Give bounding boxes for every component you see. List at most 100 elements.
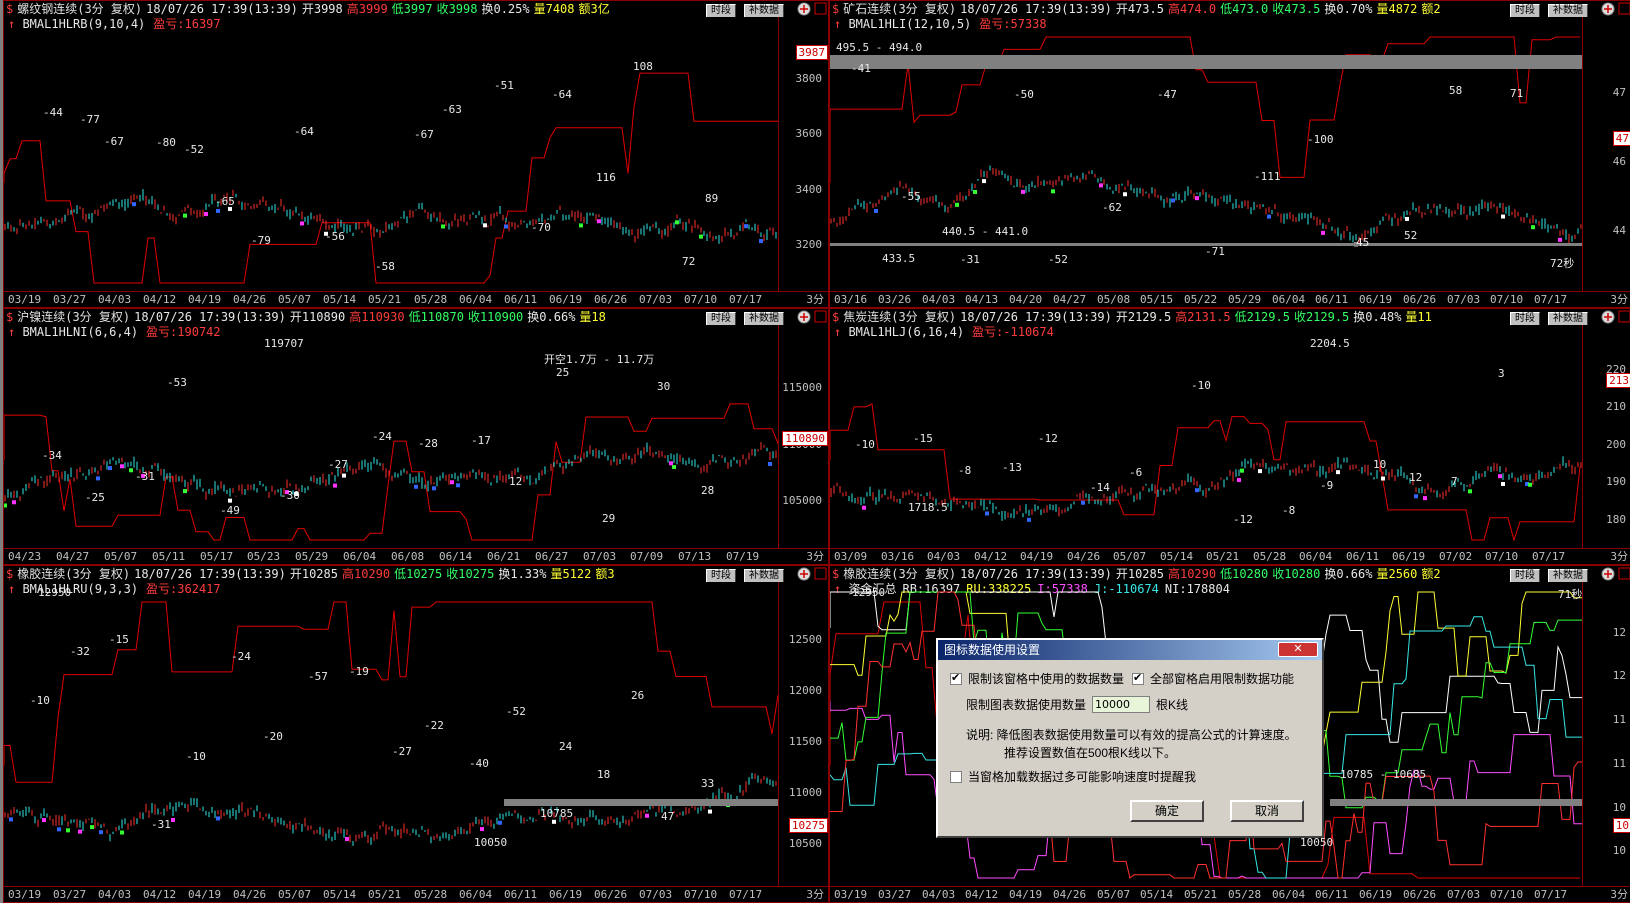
close-button[interactable]: ✕ <box>1278 642 1318 657</box>
period-label: 3分 <box>1610 888 1628 901</box>
y-tick-label: 12000 <box>788 684 822 697</box>
trade-note-label: -17 <box>471 434 491 447</box>
x-tick-label: 06/26 <box>1403 293 1437 306</box>
x-tick-label: 07/10 <box>684 888 718 901</box>
fill-data-button[interactable]: 补数据 <box>1548 569 1588 582</box>
x-tick-label: 03/27 <box>878 888 912 901</box>
signal-marker <box>441 224 445 229</box>
trade-note-label: -56 <box>325 230 345 243</box>
chart-data-settings-dialog[interactable]: 图标数据使用设置 ✕ 限制该窗格中使用的数据数量 全部窗格启用限制数据功能 限制… <box>936 638 1324 838</box>
warn-checkbox[interactable] <box>950 770 962 783</box>
x-tick-label: 06/14 <box>439 550 473 563</box>
x-tick-label: 06/19 <box>1392 550 1426 563</box>
x-tick-label: 07/17 <box>1534 293 1568 306</box>
x-tick-label: 04/20 <box>1009 293 1043 306</box>
chart-panel-j[interactable]: $ 焦炭连续(3分 复权) 18/07/26 17:39(13:39) 开2129.5… <box>829 308 1630 565</box>
x-tick-label: 03/27 <box>53 888 87 901</box>
dialog-title: 图标数据使用设置 <box>944 643 1041 657</box>
trade-note-label: -31 <box>151 818 171 831</box>
x-tick-label: 04/12 <box>974 550 1008 563</box>
quote-low: 低110870 <box>408 310 464 324</box>
time-axis[interactable]: 04/23 04/27 05/07 05/11 05/17 05/23 05/29 06/04… <box>4 548 828 564</box>
price-chart[interactable] <box>4 17 779 293</box>
time-axis[interactable]: 03/19 03/27 04/03 04/12 04/19 04/26 05/07 05/14… <box>4 886 828 902</box>
fill-data-button[interactable]: 补数据 <box>1548 4 1588 17</box>
cancel-button[interactable]: 取消 <box>1230 800 1304 822</box>
price-annotation: 1718.5 <box>908 501 948 514</box>
x-tick-label: 07/17 <box>1532 550 1566 563</box>
x-tick-label: 06/04 <box>459 888 493 901</box>
x-tick-label: 05/14 <box>1160 550 1194 563</box>
x-tick-label: 06/19 <box>1359 888 1393 901</box>
signal-marker <box>108 466 112 471</box>
panel-header: $ 螺纹钢连续(3分 复权) 18/07/26 17:39(13:39) 开3998 高… <box>4 1 828 17</box>
chart-panel-i[interactable]: $ 矿石连续(3分 复权) 18/07/26 17:39(13:39) 开473.5 高… <box>829 0 1630 308</box>
price-annotation: 10050 <box>474 836 508 849</box>
signal-marker <box>1501 214 1505 219</box>
signal-marker <box>504 224 508 229</box>
time-axis[interactable]: 03/19 03/27 04/03 04/12 04/19 04/26 05/07 05/14… <box>830 886 1630 902</box>
time-range-button[interactable]: 时段 <box>1510 312 1540 325</box>
quote-amount: 额2 <box>1421 2 1441 16</box>
trade-note-label: -55 <box>901 190 921 203</box>
signal-marker <box>99 830 103 835</box>
trade-note-label: -10 <box>855 438 875 451</box>
price-axis[interactable]: 12500 12000 11500 11000 10500 10275 <box>778 582 828 886</box>
x-tick-label: 04/19 <box>188 293 222 306</box>
symbol-title[interactable]: 矿石连续(3分 复权) <box>843 2 956 16</box>
price-axis[interactable]: 12 12 11 11 10 10 10 <box>1582 582 1630 886</box>
price-axis[interactable]: 47 46 44 47 <box>1582 17 1630 291</box>
all-panes-checkbox[interactable] <box>1132 671 1145 685</box>
trade-note-label: -62 <box>1102 201 1122 214</box>
time-range-button[interactable]: 时段 <box>706 312 736 325</box>
fill-data-button[interactable]: 补数据 <box>744 569 784 582</box>
symbol-title[interactable]: 螺纹钢连续(3分 复权) <box>17 2 142 16</box>
dialog-titlebar[interactable]: 图标数据使用设置 ✕ <box>938 640 1322 660</box>
panel-corner-icons[interactable] <box>796 1 828 17</box>
trade-note-label: -15 <box>913 432 933 445</box>
note-text-2: 推荐设置数值在500根K线以下。 <box>1004 746 1177 760</box>
signal-marker <box>4 503 7 508</box>
time-range-button[interactable]: 时段 <box>1510 569 1540 582</box>
time-range-button[interactable]: 时段 <box>1510 4 1540 17</box>
quote-close: 收473.5 <box>1272 2 1321 16</box>
ok-button[interactable]: 确定 <box>1130 800 1204 822</box>
indicator-step-line <box>4 601 779 783</box>
price-chart[interactable] <box>4 582 779 888</box>
panel-corner-icons[interactable] <box>796 566 828 582</box>
symbol-title[interactable]: 焦炭连续(3分 复权) <box>843 310 956 324</box>
chart-panel-ni[interactable]: $ 沪镍连续(3分 复权) 18/07/26 17:39(13:39) 开110890… <box>3 308 829 565</box>
symbol-title[interactable]: 沪镍连续(3分 复权) <box>17 310 130 324</box>
limit-pane-checkbox[interactable] <box>950 671 962 685</box>
chart-panel-rb[interactable]: $ 螺纹钢连续(3分 复权) 18/07/26 17:39(13:39) 开3998 高… <box>3 0 829 308</box>
fill-data-button[interactable]: 补数据 <box>744 4 784 17</box>
time-axis[interactable]: 03/19 03/27 04/03 04/12 04/19 04/26 05/07 05/14… <box>4 291 828 307</box>
symbol-title[interactable]: 橡胶连续(3分 复权) <box>17 567 130 581</box>
count-input[interactable] <box>1092 696 1151 713</box>
price-axis[interactable]: 220 210 200 190 180 213 <box>1582 325 1630 548</box>
indicator-step-line <box>4 72 778 284</box>
panel-corner-icons[interactable] <box>1600 566 1630 582</box>
signal-marker <box>675 220 679 225</box>
time-range-button[interactable]: 时段 <box>706 569 736 582</box>
price-annotation: 12950 <box>852 586 886 599</box>
price-chart[interactable] <box>830 325 1583 550</box>
panel-header: $ 橡胶连续(3分 复权) 18/07/26 17:39(13:39) 开10285 高… <box>830 566 1630 582</box>
panel-corner-icons[interactable] <box>1600 1 1630 17</box>
quote-turnover: 换0.66% <box>1324 567 1373 581</box>
time-axis[interactable]: 03/16 03/26 04/03 04/13 04/20 04/27 05/08 05/15… <box>830 291 1630 307</box>
fill-data-button[interactable]: 补数据 <box>1548 312 1588 325</box>
time-axis[interactable]: 03/09 03/16 04/03 04/12 04/19 04/26 05/07 05/14… <box>830 548 1630 564</box>
x-tick-label: 07/17 <box>1534 888 1568 901</box>
trade-note-label: -24 <box>372 430 392 443</box>
x-tick-label: 06/19 <box>549 293 583 306</box>
panel-corner-icons[interactable] <box>796 309 828 325</box>
chart-panel-ru[interactable]: $ 橡胶连续(3分 复权) 18/07/26 17:39(13:39) 开10285 高… <box>3 565 829 903</box>
time-range-button[interactable]: 时段 <box>706 4 736 17</box>
price-axis[interactable]: 3800 3600 3400 3200 3987 <box>778 17 828 291</box>
price-axis[interactable]: 115000110000105000110890 <box>778 325 828 548</box>
panel-corner-icons[interactable] <box>1600 309 1630 325</box>
symbol-title[interactable]: 橡胶连续(3分 复权) <box>843 567 956 581</box>
period-label: 3分 <box>806 888 824 901</box>
fill-data-button[interactable]: 补数据 <box>744 312 784 325</box>
